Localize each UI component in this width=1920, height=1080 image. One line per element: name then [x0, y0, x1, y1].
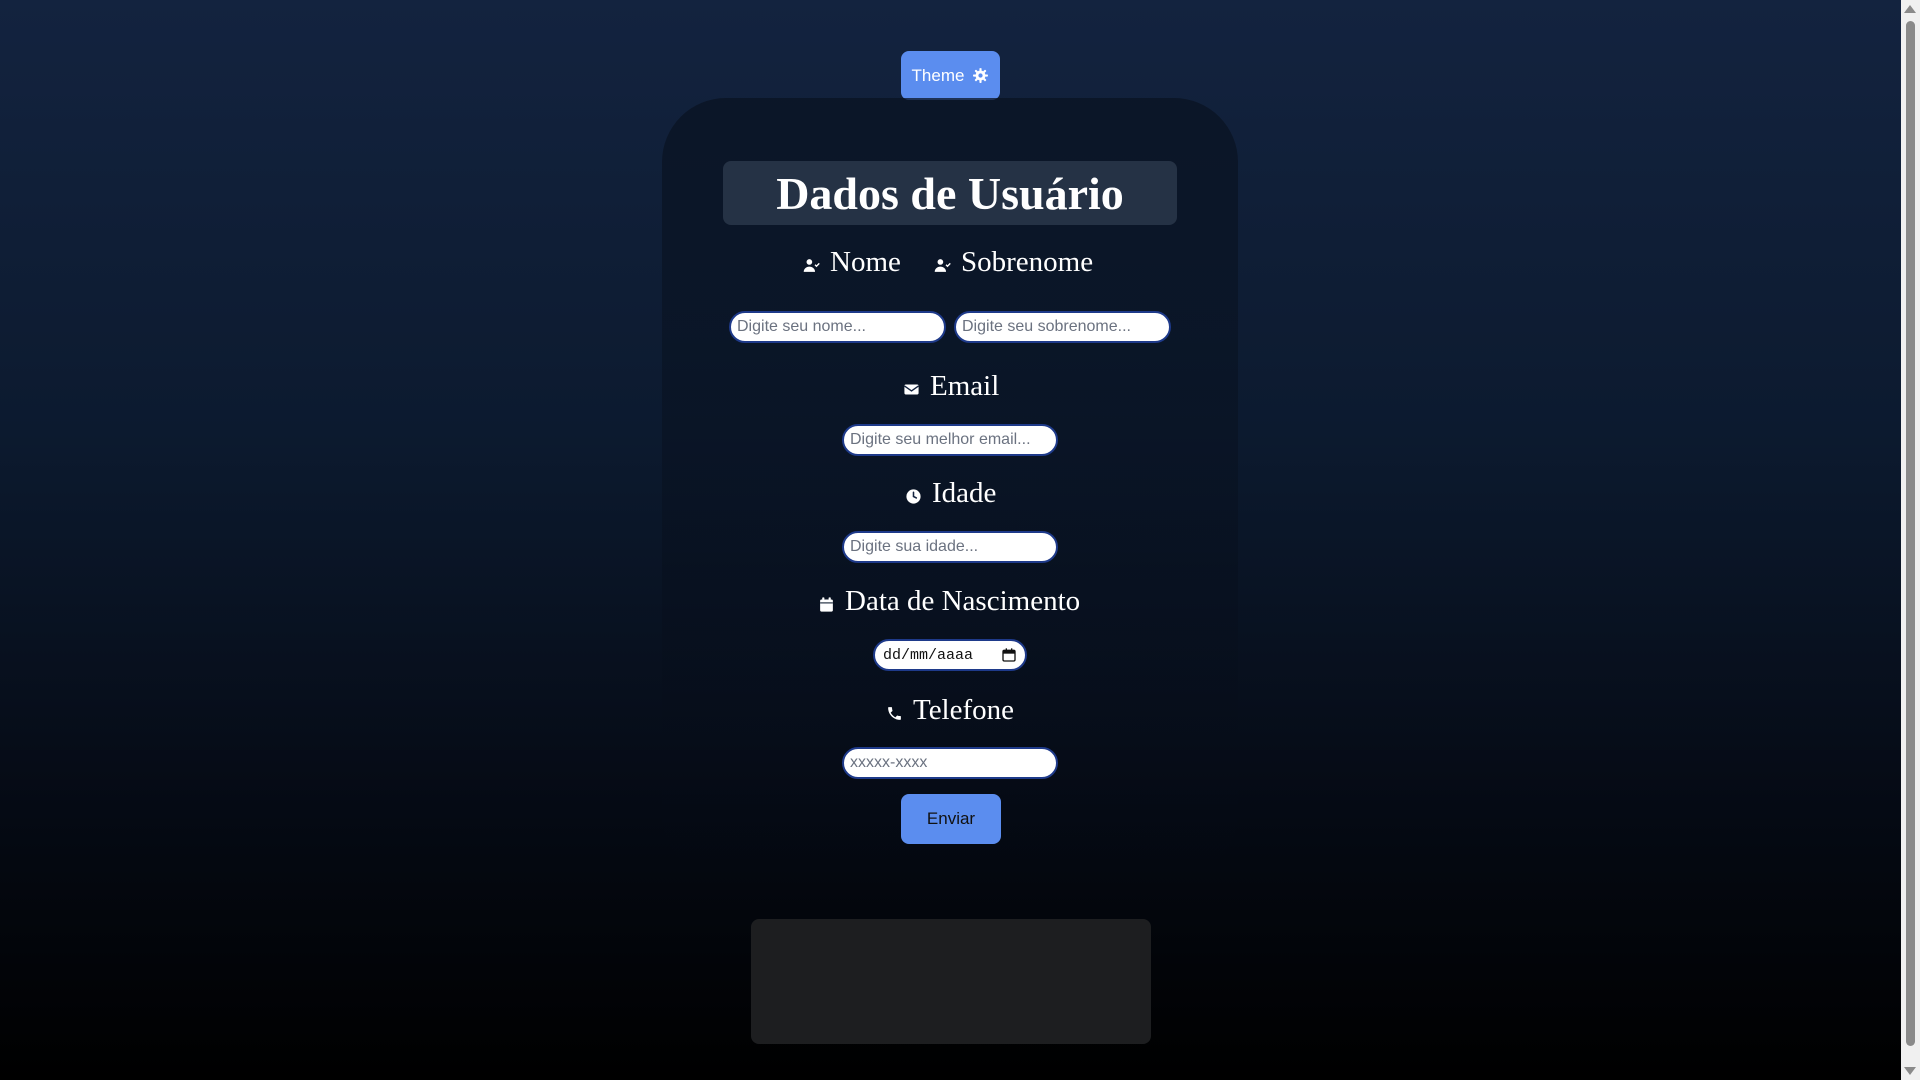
theme-button-label: Theme	[911, 65, 965, 85]
idade-input[interactable]: Digite sua idade...	[842, 531, 1058, 563]
scrollbar[interactable]	[1901, 0, 1920, 1080]
calendar-icon	[820, 596, 833, 612]
calendar-picker-icon[interactable]	[1001, 647, 1017, 663]
idade-label: Idade	[905, 473, 996, 513]
envelope-icon	[904, 384, 919, 394]
sobrenome-label: Sobrenome	[934, 242, 1093, 282]
scroll-up-arrow-icon[interactable]	[1904, 5, 1916, 13]
sobrenome-label-text: Sobrenome	[961, 245, 1094, 278]
user-icon	[803, 258, 820, 272]
nome-label: Nome	[803, 242, 901, 282]
user-icon	[934, 258, 951, 272]
nome-input[interactable]: Digite seu nome...	[729, 311, 946, 343]
phone-icon	[888, 706, 901, 720]
nascimento-label-text: Data de Nascimento	[845, 584, 1081, 617]
page: Theme Dados de Usuário Nome Sobrenome Di…	[0, 0, 1901, 1080]
email-input[interactable]: Digite seu melhor email...	[842, 424, 1058, 456]
birthdate-input[interactable]: dd/mm/aaaa	[873, 639, 1027, 671]
nascimento-label: Data de Nascimento	[818, 581, 1080, 621]
clock-icon	[906, 488, 921, 504]
form-title: Dados de Usuário	[776, 167, 1124, 219]
theme-button[interactable]: Theme	[901, 51, 1000, 100]
telefone-label: Telefone	[886, 690, 1014, 730]
telefone-input[interactable]: xxxxx-xxxx	[842, 747, 1058, 779]
email-label-text: Email	[930, 369, 1000, 402]
email-label: Email	[903, 366, 999, 406]
result-box	[751, 919, 1151, 1044]
nome-label-text: Nome	[830, 245, 901, 278]
sobrenome-input[interactable]: Digite seu sobrenome...	[954, 311, 1171, 343]
form-title-box: Dados de Usuário	[723, 161, 1177, 225]
telefone-label-text: Telefone	[913, 693, 1015, 726]
submit-button[interactable]: Enviar	[901, 794, 1001, 844]
scrollbar-thumb[interactable]	[1906, 21, 1915, 1046]
gear-icon	[973, 68, 989, 83]
scroll-down-arrow-icon[interactable]	[1904, 1067, 1916, 1075]
idade-label-text: Idade	[932, 476, 997, 509]
